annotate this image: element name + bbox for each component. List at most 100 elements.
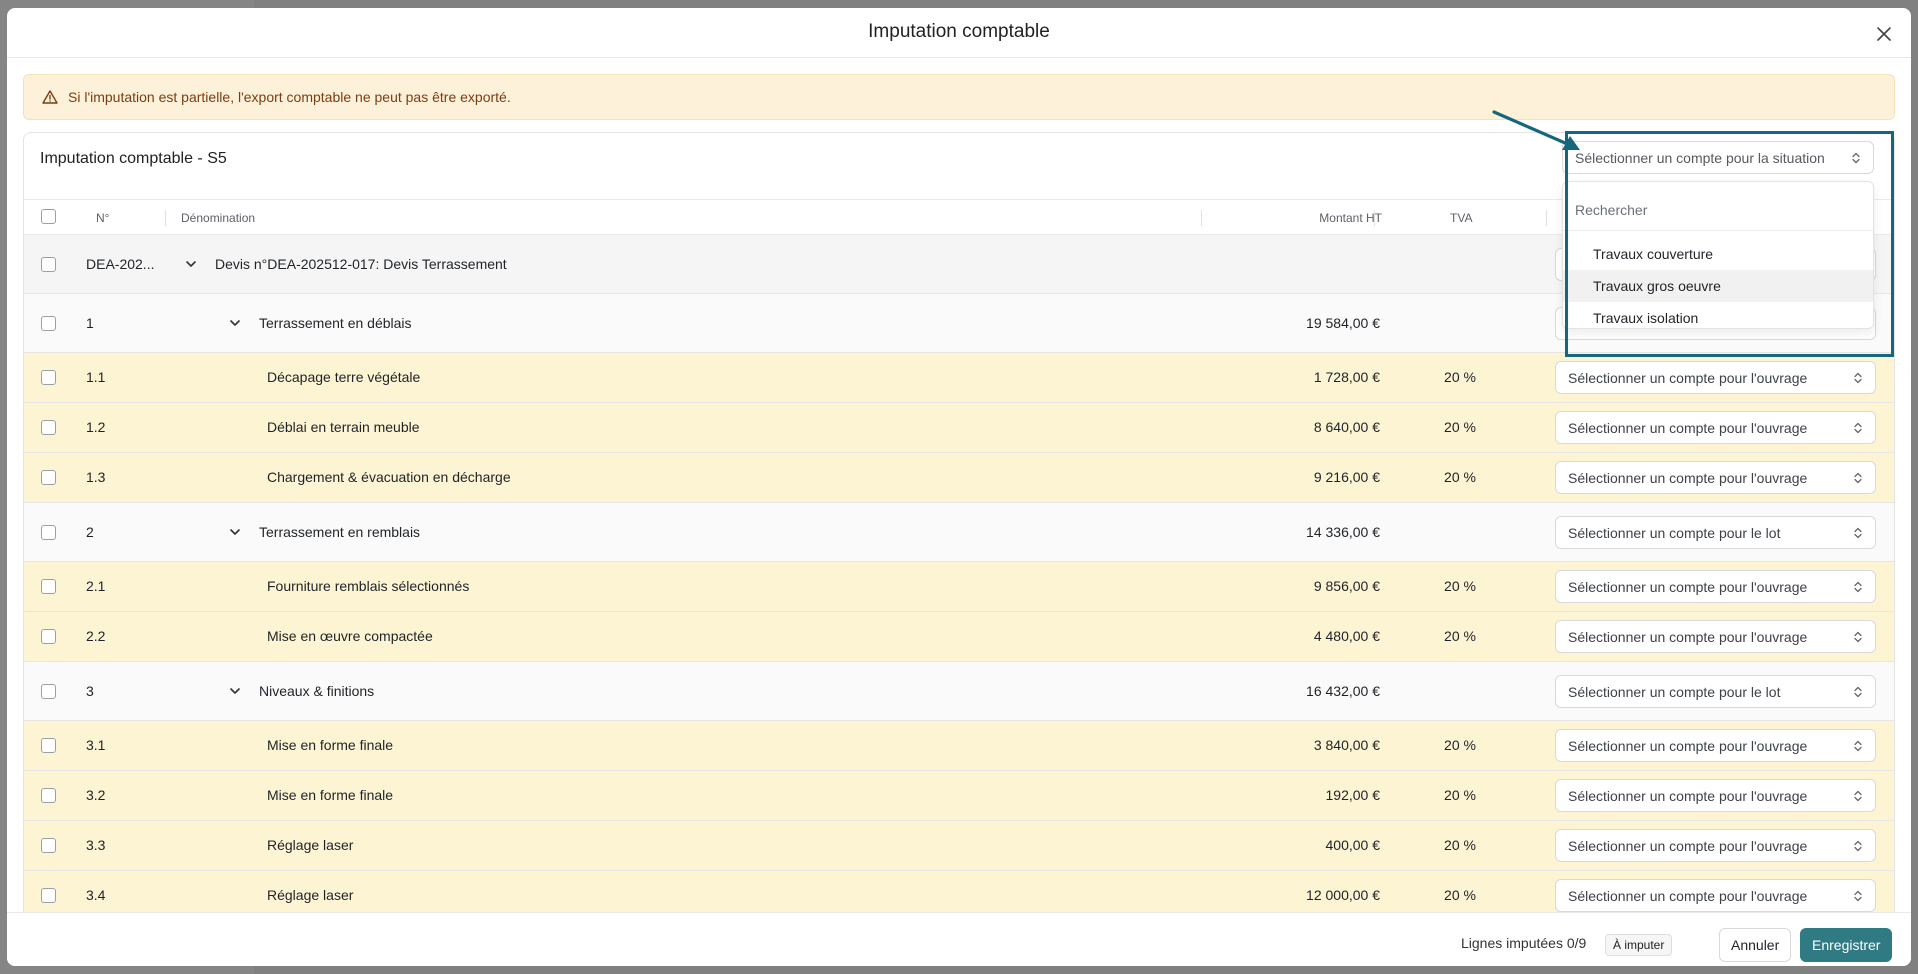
row-checkbox[interactable] (41, 629, 56, 644)
table-row[interactable]: 2.2 Mise en œuvre compactée 4 480,00 € 20 %… (24, 612, 1894, 662)
row-account-select[interactable]: Sélectionner un compte pour l'ouvrage (1555, 879, 1876, 912)
row-vat: 20 % (1444, 787, 1476, 803)
row-select-placeholder: Sélectionner un compte pour l'ouvrage (1568, 837, 1808, 854)
row-amount: 3 840,00 € (1313, 737, 1380, 753)
row-account-select[interactable]: Sélectionner un compte pour l'ouvrage (1555, 829, 1876, 862)
row-account-select[interactable]: Sélectionner un compte pour l'ouvrage (1555, 779, 1876, 812)
row-vat: 20 % (1444, 628, 1476, 644)
row-checkbox[interactable] (41, 684, 56, 699)
header-vat: TVA (1450, 211, 1473, 225)
row-amount: 1 728,00 € (1313, 369, 1380, 385)
row-label: Mise en forme finale (267, 737, 394, 753)
row-number: 3.1 (86, 737, 106, 753)
chevron-down-icon[interactable] (228, 525, 242, 539)
row-label: Décapage terre végétale (267, 369, 421, 385)
table-row[interactable]: 1.3 Chargement & évacuation en décharge 9 … (24, 453, 1894, 503)
row-checkbox[interactable] (41, 370, 56, 385)
row-checkbox[interactable] (41, 316, 56, 331)
chevron-up-down-icon (1854, 631, 1862, 643)
chevron-up-down-icon (1854, 472, 1862, 484)
row-select-placeholder: Sélectionner un compte pour l'ouvrage (1568, 887, 1808, 904)
row-number: 3 (86, 683, 94, 699)
row-select-placeholder: Sélectionner un compte pour l'ouvrage (1568, 787, 1808, 804)
row-amount: 9 216,00 € (1313, 469, 1380, 485)
row-checkbox[interactable] (41, 257, 56, 272)
annotation-arrow-icon (1492, 110, 1580, 150)
row-number: 2 (86, 524, 94, 540)
row-amount: 19 584,00 € (1306, 315, 1380, 331)
row-amount: 192,00 € (1325, 787, 1381, 803)
row-select-placeholder: Sélectionner un compte pour l'ouvrage (1568, 737, 1808, 754)
row-checkbox[interactable] (41, 420, 56, 435)
chevron-up-down-icon (1854, 740, 1862, 752)
row-checkbox[interactable] (41, 838, 56, 853)
table-row[interactable]: 3.3 Réglage laser 400,00 € 20 % Sélectionner… (24, 821, 1894, 871)
save-button[interactable]: Enregistrer (1800, 928, 1893, 962)
row-number: 3.2 (86, 787, 106, 803)
row-number: 3.4 (86, 887, 106, 903)
table-row[interactable]: 3 Niveaux & finitions 16 432,00 € Sélection… (24, 662, 1894, 721)
chevron-down-icon[interactable] (228, 684, 242, 698)
chevron-up-down-icon (1854, 686, 1862, 698)
row-amount: 12 000,00 € (1306, 887, 1380, 903)
row-label: Réglage laser (267, 837, 354, 853)
row-label: Chargement & évacuation en décharge (267, 469, 511, 485)
row-select-placeholder: Sélectionner un compte pour le lot (1568, 683, 1781, 700)
row-select-placeholder: Sélectionner un compte pour l'ouvrage (1568, 469, 1808, 486)
chevron-down-icon[interactable] (228, 316, 242, 330)
row-checkbox[interactable] (41, 470, 56, 485)
row-amount: 400,00 € (1325, 837, 1381, 853)
row-vat: 20 % (1444, 887, 1476, 903)
row-amount: 8 640,00 € (1313, 419, 1380, 435)
row-select-placeholder: Sélectionner un compte pour le lot (1568, 524, 1781, 541)
row-amount: 14 336,00 € (1306, 524, 1380, 540)
row-checkbox[interactable] (41, 738, 56, 753)
row-number: DEA-202... (86, 256, 155, 272)
warning-alert: Si l'imputation est partielle, l'export … (23, 74, 1895, 120)
row-select-placeholder: Sélectionner un compte pour l'ouvrage (1568, 578, 1808, 595)
row-vat: 20 % (1444, 578, 1476, 594)
annotation-highlight-box (1565, 131, 1894, 357)
row-checkbox[interactable] (41, 579, 56, 594)
table-row[interactable]: 1.2 Déblai en terrain meuble 8 640,00 € 20 … (24, 403, 1894, 453)
row-account-select[interactable]: Sélectionner un compte pour l'ouvrage (1555, 570, 1876, 603)
table-row[interactable]: 3.1 Mise en forme finale 3 840,00 € 20 % Sél… (24, 721, 1894, 771)
warning-icon (42, 90, 58, 104)
chevron-down-icon[interactable] (184, 257, 198, 271)
row-checkbox[interactable] (41, 788, 56, 803)
row-amount: 9 856,00 € (1313, 578, 1380, 594)
table-row[interactable]: 2 Terrassement en remblais 14 336,00 € Séle… (24, 503, 1894, 562)
row-label: Réglage laser (267, 887, 354, 903)
chevron-up-down-icon (1854, 890, 1862, 902)
row-checkbox[interactable] (41, 525, 56, 540)
table-row[interactable]: 3.2 Mise en forme finale 192,00 € 20 % Sélec… (24, 771, 1894, 821)
row-account-select[interactable]: Sélectionner un compte pour l'ouvrage (1555, 620, 1876, 653)
row-account-select[interactable]: Sélectionner un compte pour l'ouvrage (1555, 461, 1876, 494)
table-row[interactable]: 1.1 Décapage terre végétale 1 728,00 € 20 %… (24, 353, 1894, 403)
row-vat: 20 % (1444, 737, 1476, 753)
row-label: Niveaux & finitions (259, 683, 375, 699)
row-account-select[interactable]: Sélectionner un compte pour le lot (1555, 516, 1876, 549)
row-account-select[interactable]: Sélectionner un compte pour l'ouvrage (1555, 729, 1876, 762)
modal-footer: Lignes imputées 0/9 À imputer Annuler En… (7, 912, 1911, 966)
row-account-select[interactable]: Sélectionner un compte pour l'ouvrage (1555, 361, 1876, 394)
header-divider (165, 210, 166, 226)
row-select-placeholder: Sélectionner un compte pour l'ouvrage (1568, 628, 1808, 645)
close-button[interactable] (1873, 23, 1895, 45)
row-label: Terrassement en déblais (259, 315, 412, 331)
row-vat: 20 % (1444, 469, 1476, 485)
header-divider (1374, 210, 1375, 226)
row-account-select[interactable]: Sélectionner un compte pour le lot (1555, 675, 1876, 708)
status-badge: À imputer (1605, 934, 1673, 956)
cancel-button[interactable]: Annuler (1719, 928, 1792, 962)
table-row[interactable]: 2.1 Fourniture remblais sélectionnés 9 856… (24, 562, 1894, 612)
row-number: 1 (86, 315, 94, 331)
header-amount: Montant HT (1319, 211, 1382, 225)
select-all-checkbox[interactable] (41, 209, 56, 224)
close-icon (1877, 27, 1891, 41)
row-account-select[interactable]: Sélectionner un compte pour l'ouvrage (1555, 411, 1876, 444)
chevron-up-down-icon (1854, 840, 1862, 852)
row-checkbox[interactable] (41, 888, 56, 903)
row-label: Fourniture remblais sélectionnés (267, 578, 470, 594)
header-designation: Dénomination (181, 211, 256, 225)
